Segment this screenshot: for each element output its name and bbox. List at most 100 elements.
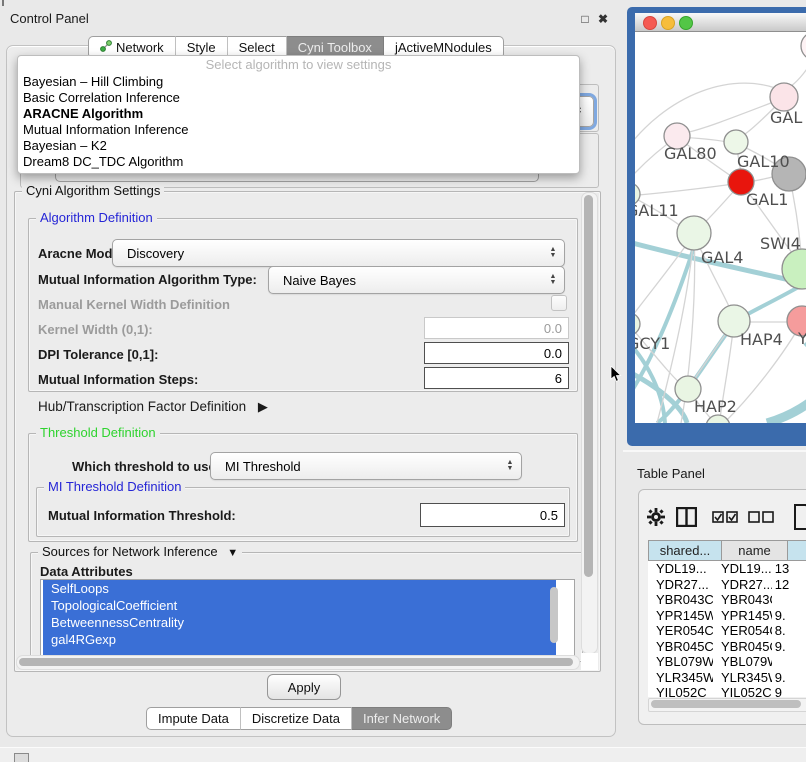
table-cell: YDR27... [648,577,713,593]
network-node-gal4[interactable] [677,216,711,250]
network-node-gal[interactable] [770,83,798,111]
algorithm-option-mutual-information-inference[interactable]: Mutual Information Inference [18,122,579,138]
bottom-tab-label: Impute Data [158,708,229,729]
gear-icon[interactable] [647,508,665,529]
network-node[interactable] [801,32,806,60]
attribute-item-selfloops[interactable]: SelfLoops [43,580,556,597]
data-attributes-list[interactable]: SelfLoopsTopologicalCoefficientBetweenne… [40,579,575,657]
table-row[interactable]: YDR27...YDR27...12 [648,577,806,593]
settings-vscrollbar[interactable] [581,192,598,654]
mi-threshold-field[interactable]: 0.5 [420,503,565,527]
document-icon[interactable] [793,503,806,534]
apply-button[interactable]: Apply [267,674,341,700]
screen: Control Panel □ ✖ NetworkStyleSelectCyni… [0,0,806,762]
table-cell: 12 [772,577,806,593]
spinner-arrows-icon: ▲▼ [502,460,521,472]
control-panel-titlebar: Control Panel □ ✖ [0,0,622,32]
attributes-vscrollbar-thumb[interactable] [550,587,558,643]
checked-columns-icon[interactable] [712,511,739,527]
bottom-tab-infer-network[interactable]: Infer Network [352,707,452,730]
attribute-item-topologicalcoefficient[interactable]: TopologicalCoefficient [43,597,556,614]
algorithm-option-dream8-dc-tdc-algorithm[interactable]: Dream8 DC_TDC Algorithm [18,154,579,170]
table-row[interactable]: YBR045CYBR045C9. [648,639,806,655]
close-icon[interactable]: ✖ [596,12,610,26]
network-edge [767,384,806,423]
aracne-mode-combobox[interactable]: Discovery ▲▼ [112,239,565,267]
bottom-tab-discretize-data[interactable]: Discretize Data [241,707,352,730]
dpi-tolerance-field[interactable]: 0.0 [424,342,569,364]
algorithm-option-aracne-algorithm[interactable]: ARACNE Algorithm [18,106,579,122]
minimized-panel-icon[interactable] [14,753,29,762]
traffic-light-minimize-icon[interactable] [661,16,675,30]
attribute-item-betweennesscentrality[interactable]: BetweennessCentrality [43,614,556,631]
algorithm-option-bayesian-hill-climbing[interactable]: Bayesian – Hill Climbing [18,74,579,90]
table-cell: YBR043C [648,592,713,608]
bottom-tab-label: Infer Network [363,708,440,729]
table-hscrollbar[interactable] [648,698,806,712]
which-threshold-combobox[interactable]: MI Threshold ▲▼ [210,452,522,480]
mi-type-combobox[interactable]: Naive Bayes ▲▼ [268,266,565,294]
network-node-label: GAL10 [737,152,790,171]
settings-hscrollbar[interactable] [16,655,580,670]
table-row[interactable]: YBL079WYBL079W [648,654,806,670]
bottom-tab-impute-data[interactable]: Impute Data [146,707,241,730]
table-cell: 9. [772,670,806,686]
table-cell: YDR27... [713,577,772,593]
settings-hscrollbar-thumb[interactable] [19,658,573,666]
aracne-mode-value: Discovery [113,246,545,261]
kernel-width-field[interactable]: 0.0 [424,317,569,339]
network-canvas[interactable]: GALGAL80GAL10GAL1GAL11GAL4SWI4YHAP4GCY1H… [635,32,806,423]
table-body[interactable]: YDL19...YDL19...13YDR27...YDR27...12YBR0… [648,561,806,697]
float-icon[interactable]: □ [578,12,592,26]
traffic-light-zoom-icon[interactable] [679,16,693,30]
popup-items: Bayesian – Hill ClimbingBasic Correlatio… [18,74,579,170]
table-row[interactable]: YIL052CYIL052C9 [648,685,806,697]
table-row[interactable]: YDL19...YDL19...13 [648,561,806,577]
algorithm-option-bayesian-k2[interactable]: Bayesian – K2 [18,138,579,154]
attributes-vscrollbar[interactable] [549,583,560,651]
spinner-arrows-icon: ▲▼ [545,274,564,286]
network-node-gal10[interactable] [724,130,748,154]
column-header-shared[interactable]: shared... [648,540,722,561]
network-node-label: SWI4 [760,234,801,253]
table-cell: YPR145W [648,608,713,624]
table-cell: YIL052C [648,685,713,697]
disclosure-down-icon[interactable]: ▼ [227,547,238,559]
table-panel-title: Table Panel [637,466,705,481]
bottom-tabbar: Impute Data Discretize Data Infer Network [146,707,452,730]
table-cell: YLR345W [648,670,713,686]
table-hscrollbar-thumb[interactable] [651,700,801,708]
network-edge [788,56,806,88]
scrollbar-corner [581,653,598,670]
algorithm-option-basic-correlation-inference[interactable]: Basic Correlation Inference [18,90,579,106]
split-panel-icon[interactable] [676,507,697,530]
table-row[interactable]: YBR043CYBR043C [648,592,806,608]
settings-vscrollbar-thumb[interactable] [584,195,593,577]
column-header-truncated[interactable] [787,540,806,561]
sources-title-row[interactable]: Sources for Network Inference ▼ [38,545,242,560]
manual-kernel-checkbox[interactable] [551,295,567,311]
traffic-light-close-icon[interactable] [643,16,657,30]
network-node-gcy1[interactable] [635,313,640,335]
table-cell: YER054C [713,623,772,639]
attribute-item-gal4rgexp[interactable]: gal4RGexp [43,631,556,648]
table-row[interactable]: YER054CYER054C8. [648,623,806,639]
hub-tf-definition-row[interactable]: Hub/Transcription Factor Definition ▶ [38,399,268,415]
table-row[interactable]: YPR145WYPR145W9. [648,608,806,624]
network-node-label: HAP2 [694,397,737,416]
mi-steps-field[interactable]: 6 [424,367,569,389]
mi-threshold-definition-title: MI Threshold Definition [44,480,185,494]
sources-title: Sources for Network Inference [42,544,218,559]
network-node-label: GCY1 [635,334,670,353]
mi-type-value: Naive Bayes [269,273,545,288]
column-header-name[interactable]: name [721,540,788,561]
network-node-label: GAL [770,108,802,127]
network-node-swi4[interactable] [782,249,806,289]
data-attributes-items: SelfLoopsTopologicalCoefficientBetweenne… [41,580,574,657]
table-cell: YBL079W [648,654,713,670]
table-row[interactable]: YLR345WYLR345W9. [648,670,806,686]
threshold-definition-title: Threshold Definition [36,426,160,440]
disclosure-right-icon[interactable]: ▶ [258,399,268,414]
unchecked-columns-icon[interactable] [748,511,775,527]
algorithm-definition-title: Algorithm Definition [36,211,157,225]
